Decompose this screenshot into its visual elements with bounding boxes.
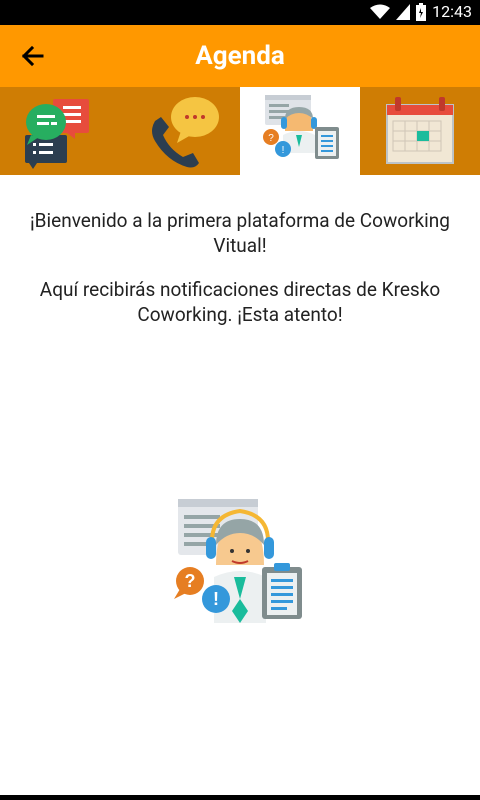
battery-icon <box>416 3 427 21</box>
chat-bubbles-icon <box>25 99 89 169</box>
tab-calendar[interactable] <box>360 87 480 175</box>
app-bar: Agenda <box>0 25 480 87</box>
phone-call-icon <box>152 97 219 168</box>
support-agent-icon: ? ! <box>263 95 339 159</box>
tab-support[interactable]: ? ! <box>240 87 360 175</box>
main-content: ¡Bienvenido a la primera plataforma de C… <box>0 175 480 795</box>
svg-text:!: ! <box>282 145 285 156</box>
status-time: 12:43 <box>432 2 472 21</box>
svg-text:?: ? <box>268 133 274 144</box>
notice-text: Aquí recibirás notificaciones directas d… <box>39 278 441 326</box>
page-title: Agenda <box>195 41 285 71</box>
tab-bar: ? ! <box>0 87 480 175</box>
welcome-text: ¡Bienvenido a la primera plataforma de C… <box>30 209 450 257</box>
calendar-icon <box>386 97 454 164</box>
tab-phone[interactable] <box>120 87 240 175</box>
status-icons: 12:43 <box>370 3 472 21</box>
wifi-icon <box>370 4 391 19</box>
support-agent-illustration: ? ! <box>174 499 302 623</box>
bottom-edge <box>0 795 480 800</box>
svg-text:?: ? <box>185 571 196 591</box>
tab-chat[interactable] <box>0 87 120 175</box>
status-bar: 12:43 <box>0 0 480 25</box>
signal-icon <box>396 4 411 20</box>
svg-text:!: ! <box>213 589 219 609</box>
